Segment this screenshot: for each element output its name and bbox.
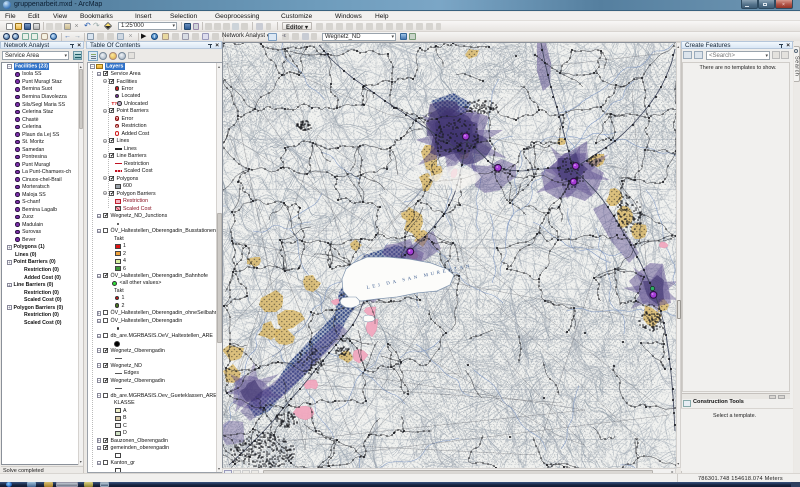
svg-text:St.Moritz Bad: St.Moritz Bad <box>371 300 394 304</box>
